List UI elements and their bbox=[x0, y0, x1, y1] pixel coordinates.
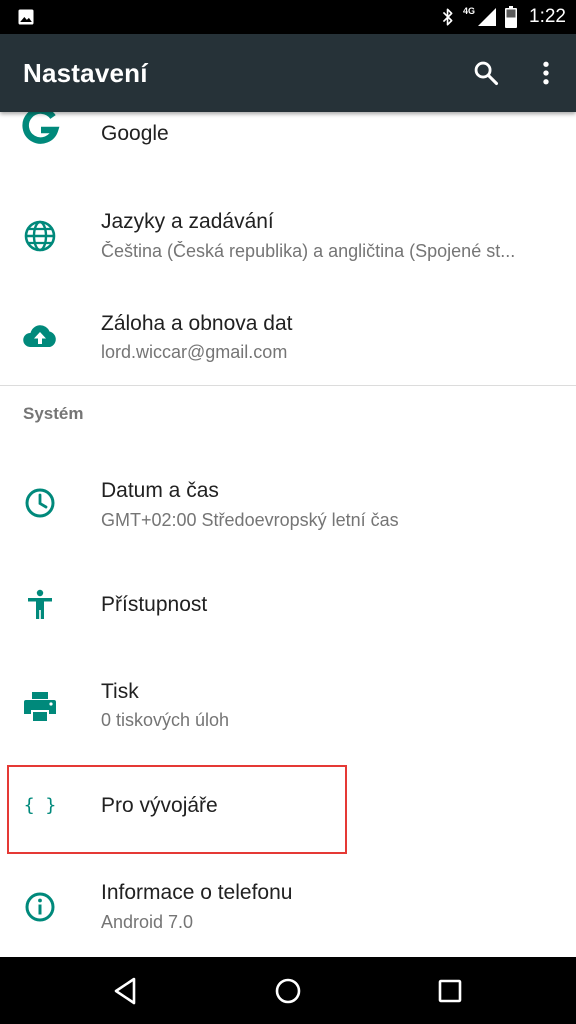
settings-item-title: Záloha a obnova dat bbox=[101, 312, 293, 335]
settings-item-subtitle: GMT+02:00 Středoevropský letní čas bbox=[101, 510, 399, 530]
status-bar: 4G 1:22 bbox=[0, 0, 576, 34]
settings-item-about-phone[interactable]: Informace o telefonu Android 7.0 bbox=[0, 867, 576, 957]
info-icon bbox=[25, 892, 55, 922]
settings-item-subtitle: lord.wiccar@gmail.com bbox=[101, 342, 288, 362]
settings-item-languages[interactable]: Jazyky a zadávání Čeština (Česká republi… bbox=[0, 190, 576, 280]
svg-text:{ }: { } bbox=[24, 795, 57, 816]
back-icon[interactable] bbox=[106, 971, 146, 1011]
page-title: Nastavení bbox=[23, 58, 148, 88]
settings-item-accessibility[interactable]: Přístupnost bbox=[0, 558, 576, 648]
home-icon[interactable] bbox=[268, 971, 308, 1011]
settings-item-title: Pro vývojáře bbox=[101, 794, 218, 817]
settings-item-title: Jazyky a zadávání bbox=[101, 210, 274, 233]
signal-icon bbox=[478, 8, 497, 26]
navigation-bar bbox=[0, 957, 576, 1024]
section-header-system: Systém bbox=[23, 404, 84, 423]
cloud-upload-icon bbox=[23, 325, 56, 347]
image-icon bbox=[18, 9, 34, 25]
google-icon bbox=[22, 112, 60, 144]
settings-item-title: Přístupnost bbox=[101, 593, 208, 616]
settings-item-subtitle: 0 tiskových úloh bbox=[101, 710, 230, 730]
section-divider bbox=[0, 385, 576, 386]
status-icons: 4G 1:22 bbox=[441, 0, 566, 34]
accessibility-icon bbox=[28, 589, 52, 619]
app-bar: Nastavení bbox=[0, 34, 576, 112]
clock-icon bbox=[25, 488, 55, 518]
recents-icon[interactable] bbox=[430, 971, 470, 1011]
settings-item-title: Informace o telefonu bbox=[101, 881, 293, 904]
bluetooth-icon bbox=[442, 8, 453, 26]
settings-item-google[interactable]: Google bbox=[0, 112, 576, 170]
settings-list: Google Jazyky a zadávání Čeština (Česká … bbox=[0, 112, 576, 957]
status-time: 1:22 bbox=[529, 6, 566, 27]
settings-item-subtitle: Čeština (Česká republika) a angličtina (… bbox=[101, 241, 516, 261]
settings-item-title: Datum a čas bbox=[101, 479, 219, 502]
settings-item-title: Tisk bbox=[101, 680, 139, 703]
settings-item-title: Google bbox=[101, 122, 169, 145]
settings-item-backup[interactable]: Záloha a obnova dat lord.wiccar@gmail.co… bbox=[0, 292, 576, 382]
globe-icon bbox=[24, 220, 56, 252]
developer-braces-icon: { } bbox=[24, 795, 57, 816]
settings-item-date-time[interactable]: Datum a čas GMT+02:00 Středoevropský let… bbox=[0, 455, 576, 550]
settings-item-developer-options[interactable]: { } Pro vývojáře bbox=[0, 767, 576, 852]
battery-icon bbox=[505, 6, 518, 28]
network-type-label: 4G bbox=[463, 6, 476, 16]
settings-item-subtitle: Android 7.0 bbox=[101, 912, 194, 932]
settings-item-printing[interactable]: Tisk 0 tiskových úloh bbox=[0, 660, 576, 755]
search-icon[interactable] bbox=[472, 59, 500, 87]
more-vert-icon[interactable] bbox=[532, 59, 560, 87]
printer-icon bbox=[24, 692, 56, 721]
